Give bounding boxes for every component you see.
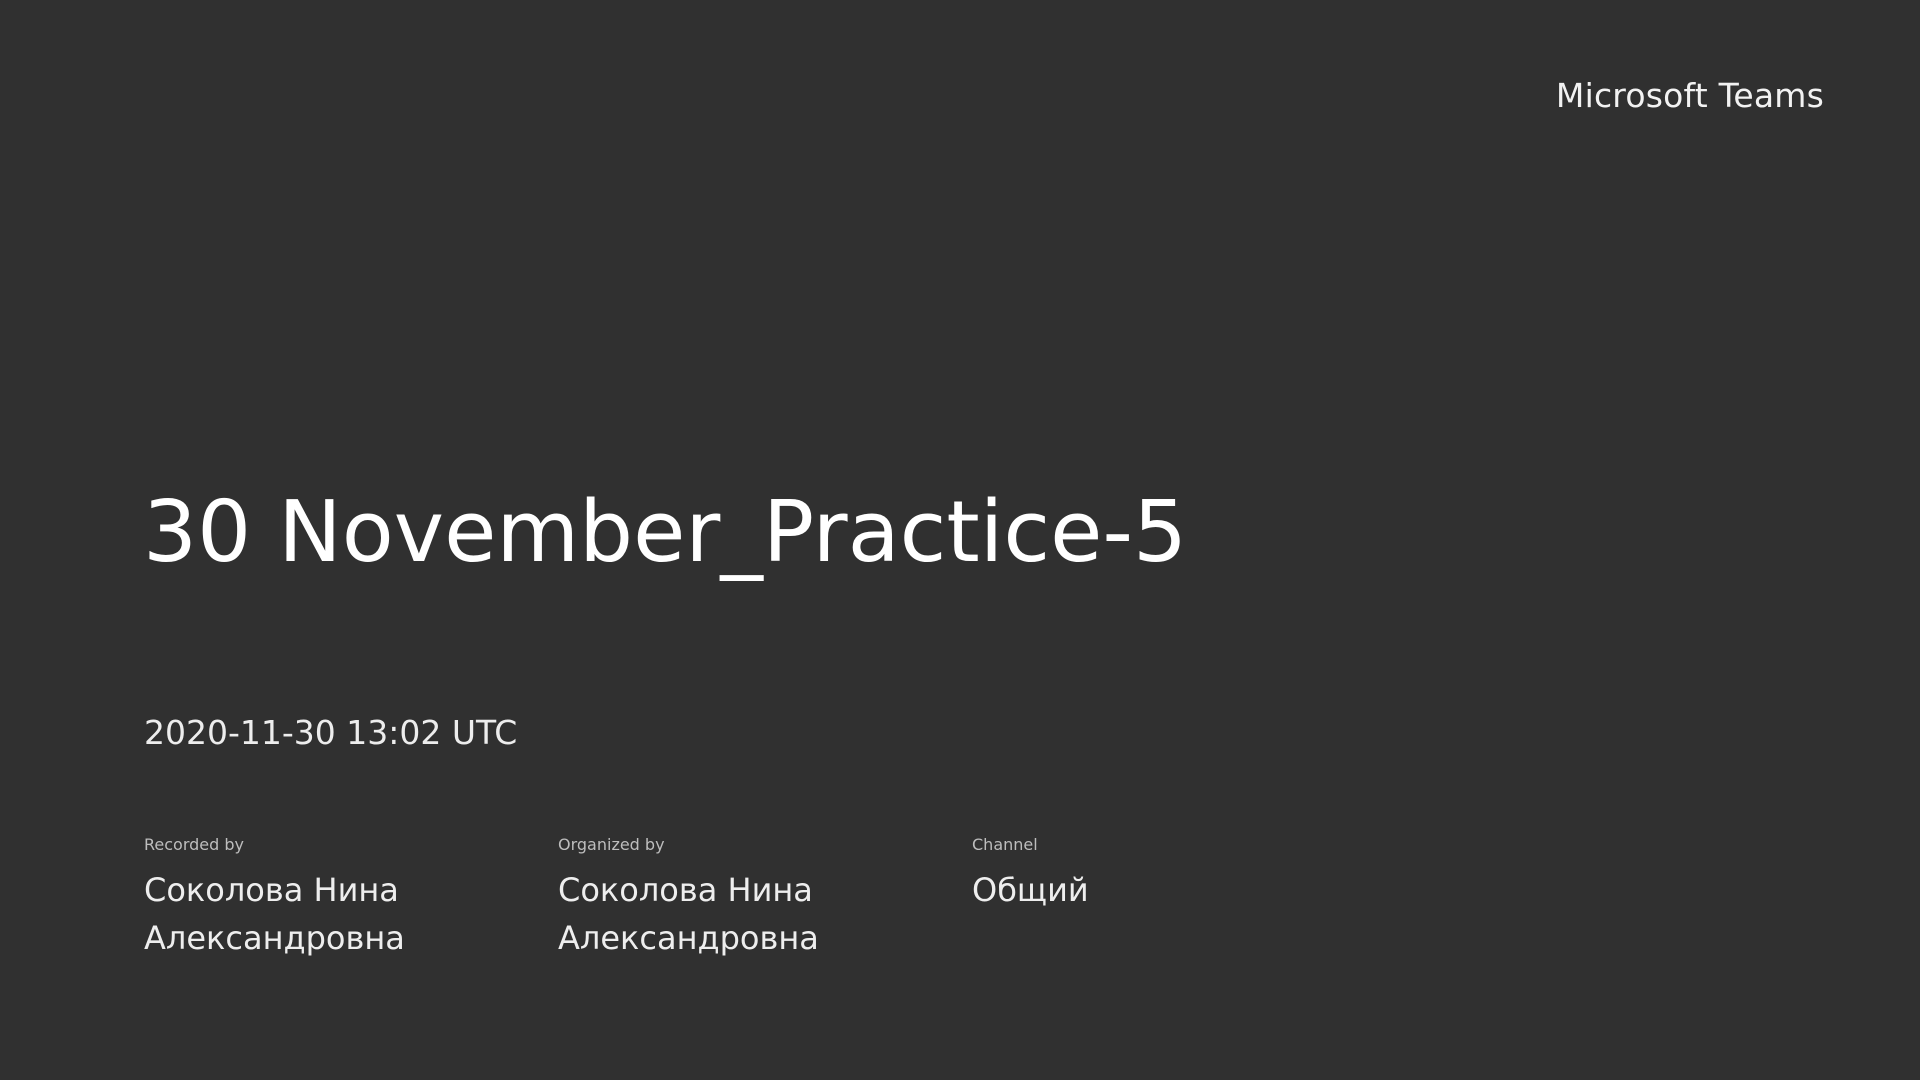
channel-section: Channel Общий xyxy=(972,834,1352,914)
channel-label: Channel xyxy=(972,835,1038,854)
recorded-by-label: Recorded by xyxy=(144,835,244,854)
recorded-by-section: Recorded by Соколова Нина Александровна xyxy=(144,834,524,962)
recorded-by-value: Соколова Нина Александровна xyxy=(144,871,405,957)
organized-by-section: Organized by Соколова Нина Александровна xyxy=(558,834,938,962)
organized-by-label: Organized by xyxy=(558,835,665,854)
app-brand-label: Microsoft Teams xyxy=(1555,76,1824,115)
recording-title: 30 November_Practice-5 xyxy=(143,483,1188,582)
channel-value: Общий xyxy=(972,871,1089,909)
recording-datetime: 2020-11-30 13:02 UTC xyxy=(144,713,518,752)
organized-by-value: Соколова Нина Александровна xyxy=(558,871,819,957)
